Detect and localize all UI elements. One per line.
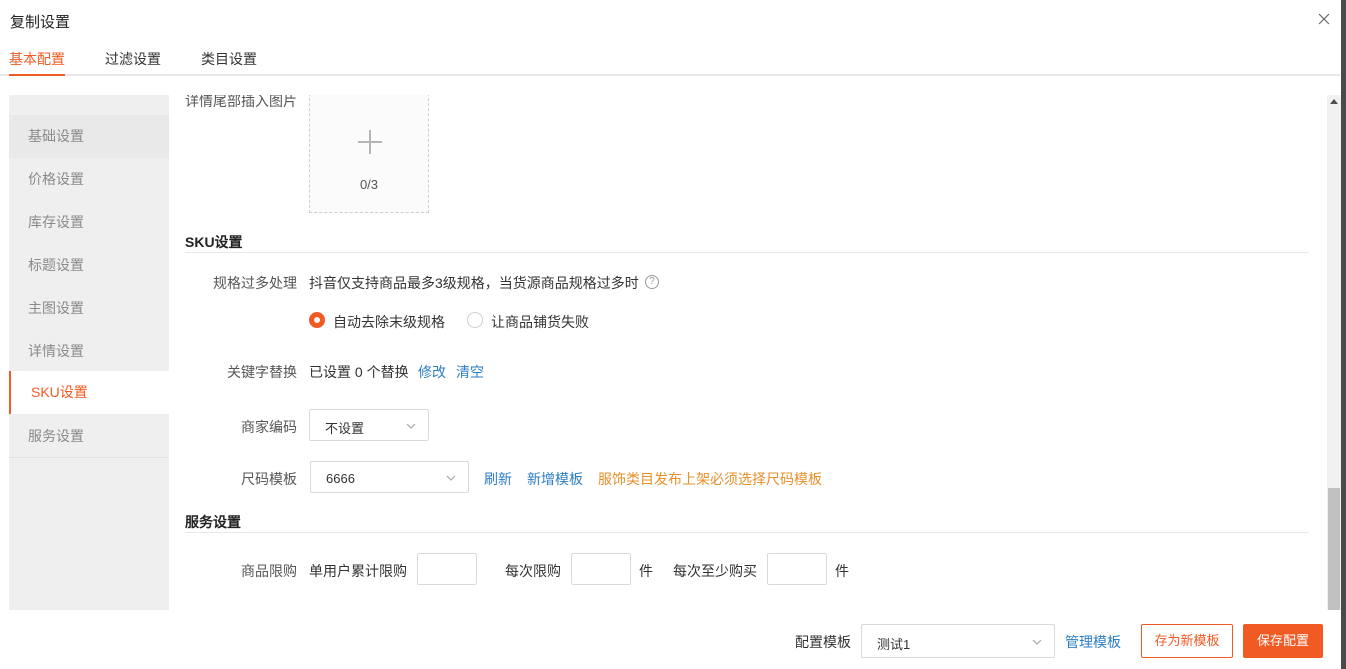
save-config-button[interactable]: 保存配置 [1243,624,1323,658]
sidebar-item-detail[interactable]: 详情设置 [9,330,169,373]
merchant-code-label: 商家编码 [241,419,297,435]
sidebar-item-price[interactable]: 价格设置 [9,158,169,201]
tab-basic-config[interactable]: 基本配置 [9,49,65,69]
dialog-footer: 配置模板 测试1 管理模板 存为新模板 保存配置 [0,610,1346,669]
service-section-title: 服务设置 [185,514,241,530]
spec-overflow-label: 规格过多处理 [213,275,297,291]
template-label: 配置模板 [795,634,851,650]
sidebar-item-basic[interactable]: 基础设置 [9,115,169,158]
detail-tail-image-label: 详情尾部插入图片 [185,95,297,109]
per-order-limit-input[interactable] [571,553,631,585]
keyword-clear-link[interactable]: 清空 [456,362,484,382]
close-button[interactable] [1314,9,1334,29]
cumulative-limit-label: 单用户累计限购 [309,563,407,579]
min-buy-label: 每次至少购买 [673,563,757,579]
upload-count: 0/3 [359,177,379,192]
template-value: 测试1 [877,637,911,652]
tab-bar: 基本配置 过滤设置 类目设置 [0,40,1340,76]
plus-icon [358,130,382,154]
size-template-add-link[interactable]: 新增模板 [527,469,583,489]
chevron-down-icon [406,423,416,429]
keyword-replace-status: 已设置 0 个替换 [309,364,409,380]
per-order-unit: 件 [639,563,653,579]
min-buy-unit: 件 [835,563,849,579]
scroll-up-arrow-icon[interactable] [1330,99,1338,104]
help-icon[interactable]: ? [645,275,659,289]
settings-content: 详情尾部插入图片 0/3 SKU设置 规格过多处理 抖音仅支持商品最多3级规格，… [169,95,1327,610]
radio-fail-listing[interactable] [467,312,483,328]
size-template-label: 尺码模板 [241,471,297,487]
divider [185,252,1309,253]
sidebar-item-stock[interactable]: 库存设置 [9,201,169,244]
sidebar-item-main-image[interactable]: 主图设置 [9,287,169,330]
template-select[interactable]: 测试1 [861,624,1055,658]
size-template-value: 6666 [326,471,355,486]
chevron-down-icon [1032,639,1042,645]
radio-auto-remove-last-spec[interactable] [309,312,325,328]
sidebar-item-title[interactable]: 标题设置 [9,244,169,287]
radio-label-fail-listing: 让商品铺货失败 [491,314,589,330]
sidebar-item-sku[interactable]: SKU设置 [9,371,169,414]
merchant-code-select[interactable]: 不设置 [309,409,429,441]
chevron-down-icon [446,475,456,481]
spec-overflow-description: 抖音仅支持商品最多3级规格，当货源商品规格过多时 [309,275,639,291]
sku-section-title: SKU设置 [185,234,243,250]
merchant-code-value: 不设置 [325,421,365,436]
keyword-edit-link[interactable]: 修改 [418,362,446,382]
close-icon [1318,13,1330,25]
per-order-limit-label: 每次限购 [505,563,561,579]
content-scrollbar[interactable] [1327,95,1341,610]
image-upload-box[interactable]: 0/3 [309,95,429,213]
manage-template-link[interactable]: 管理模板 [1065,632,1121,652]
size-template-refresh-link[interactable]: 刷新 [484,469,512,489]
tab-filter-settings[interactable]: 过滤设置 [105,49,161,69]
sidebar-item-service[interactable]: 服务设置 [9,415,169,458]
tab-category-settings[interactable]: 类目设置 [201,49,257,69]
save-as-new-template-button[interactable]: 存为新模板 [1141,624,1233,658]
size-template-notice: 服饰类目发布上架必须选择尺码模板 [598,471,822,487]
dialog-title: 复制设置 [10,14,71,31]
cumulative-limit-input[interactable] [417,553,477,585]
scroll-thumb[interactable] [1328,488,1340,610]
keyword-replace-label: 关键字替换 [227,364,297,380]
settings-sidebar: 基础设置 价格设置 库存设置 标题设置 主图设置 详情设置 SKU设置 服务设置 [9,95,169,610]
min-buy-input[interactable] [767,553,827,585]
window-edge [1341,0,1346,669]
active-tab-indicator [9,74,65,76]
size-template-select[interactable]: 6666 [310,461,469,493]
purchase-limit-label: 商品限购 [241,563,297,579]
divider [185,532,1309,533]
radio-label-auto-remove: 自动去除末级规格 [333,314,445,330]
